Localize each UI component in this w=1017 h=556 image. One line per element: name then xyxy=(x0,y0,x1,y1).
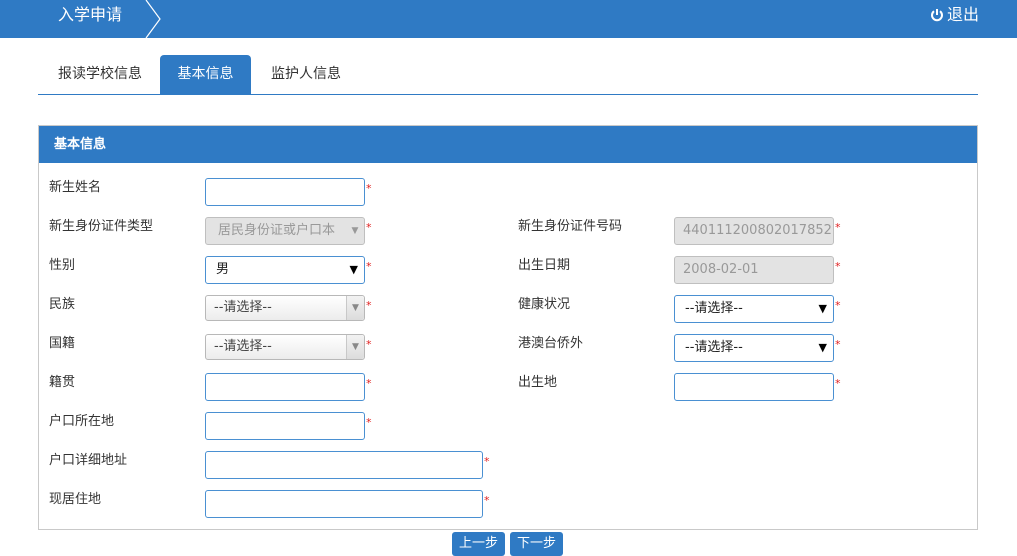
household-location-input[interactable] xyxy=(205,412,365,440)
dropdown-arrow-icon: ▼ xyxy=(346,335,364,359)
tab-label: 监护人信息 xyxy=(271,66,341,82)
required-mark: * xyxy=(484,494,490,507)
logout-label: 退出 xyxy=(946,5,979,24)
ethnicity-label: 民族 xyxy=(49,297,76,312)
required-mark: * xyxy=(366,182,372,195)
required-mark: * xyxy=(366,416,372,429)
tab-school-info[interactable]: 报读学校信息 xyxy=(45,55,155,95)
id-type-value: 居民身份证或户口本 xyxy=(218,223,336,238)
dropdown-arrow-icon: ▼ xyxy=(818,302,827,315)
required-mark: * xyxy=(835,338,841,351)
nationality-label: 国籍 xyxy=(49,336,76,351)
household-address-label: 户口详细地址 xyxy=(49,453,128,468)
gender-select[interactable]: 男 ▼ xyxy=(205,256,365,284)
ethnicity-select[interactable]: --请选择-- ▼ xyxy=(205,295,365,321)
birthplace-label: 出生地 xyxy=(518,375,558,390)
breadcrumb-chevron-icon xyxy=(145,0,161,38)
tab-basic-info[interactable]: 基本信息 xyxy=(160,55,251,95)
panel-title: 基本信息 xyxy=(39,126,977,163)
nationality-select[interactable]: --请选择-- ▼ xyxy=(205,334,365,360)
required-mark: * xyxy=(835,260,841,273)
basic-info-panel: 基本信息 xyxy=(38,125,978,530)
hk-macau-tw-label: 港澳台侨外 xyxy=(518,336,584,351)
id-type-label: 新生身份证件类型 xyxy=(49,219,154,234)
birth-date-label: 出生日期 xyxy=(518,258,571,273)
health-value: --请选择-- xyxy=(685,301,743,316)
hk-macau-tw-select[interactable]: --请选择-- ▼ xyxy=(674,334,834,362)
household-location-label: 户口所在地 xyxy=(49,414,115,429)
gender-label: 性别 xyxy=(49,258,76,273)
required-mark: * xyxy=(835,221,841,234)
next-step-button[interactable]: 下一步 xyxy=(510,532,563,556)
required-mark: * xyxy=(366,377,372,390)
ethnicity-value: --请选择-- xyxy=(214,300,272,315)
id-number-input[interactable]: 440111200802017852 xyxy=(674,217,834,245)
required-mark: * xyxy=(366,260,372,273)
native-place-label: 籍贯 xyxy=(49,375,76,390)
top-bar: 入学申请 退出 xyxy=(0,0,1017,38)
tab-label: 基本信息 xyxy=(177,66,234,82)
dropdown-arrow-icon: ▼ xyxy=(818,341,827,354)
dropdown-arrow-icon: ▼ xyxy=(346,296,364,320)
id-number-label: 新生身份证件号码 xyxy=(518,219,623,234)
required-mark: * xyxy=(366,221,372,234)
power-icon xyxy=(931,9,943,22)
health-select[interactable]: --请选择-- ▼ xyxy=(674,295,834,323)
native-place-input[interactable] xyxy=(205,373,365,401)
required-mark: * xyxy=(484,455,490,468)
name-label: 新生姓名 xyxy=(49,180,102,195)
logout-button[interactable]: 退出 xyxy=(930,4,979,26)
gender-value: 男 xyxy=(216,262,230,277)
tab-bar: 报读学校信息 基本信息 监护人信息 xyxy=(38,55,978,95)
required-mark: * xyxy=(835,299,841,312)
required-mark: * xyxy=(835,377,841,390)
birthplace-input[interactable] xyxy=(674,373,834,401)
hk-macau-tw-value: --请选择-- xyxy=(685,340,743,355)
id-type-select[interactable]: 居民身份证或户口本 ▼ xyxy=(205,217,365,245)
nationality-value: --请选择-- xyxy=(214,339,272,354)
tab-label: 报读学校信息 xyxy=(58,66,142,82)
residence-input[interactable] xyxy=(205,490,483,518)
name-input[interactable] xyxy=(205,178,365,206)
residence-label: 现居住地 xyxy=(49,492,102,507)
required-mark: * xyxy=(366,338,372,351)
prev-step-button[interactable]: 上一步 xyxy=(452,532,505,556)
birth-date-input[interactable]: 2008-02-01 xyxy=(674,256,834,284)
household-address-input[interactable] xyxy=(205,451,483,479)
page-title: 入学申请 xyxy=(58,5,123,24)
dropdown-arrow-icon: ▼ xyxy=(349,263,358,276)
health-label: 健康状况 xyxy=(518,297,571,312)
dropdown-arrow-icon: ▼ xyxy=(346,218,364,244)
required-mark: * xyxy=(366,299,372,312)
tab-guardian-info[interactable]: 监护人信息 xyxy=(259,55,353,95)
